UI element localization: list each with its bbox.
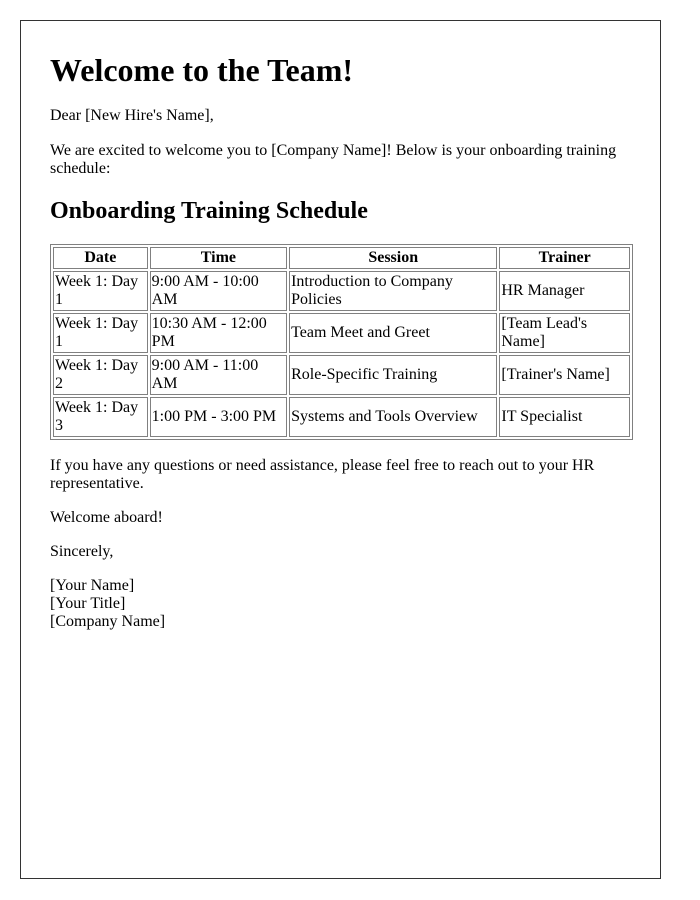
questions-paragraph: If you have any questions or need assist…	[50, 457, 595, 492]
cell-trainer: HR Manager	[499, 271, 630, 311]
header-session: Session	[289, 247, 498, 269]
cell-trainer: [Team Lead's Name]	[499, 313, 630, 353]
cell-session: Team Meet and Greet	[289, 313, 498, 353]
cell-time: 10:30 AM - 12:00 PM	[149, 313, 288, 353]
cell-session: Role-Specific Training	[289, 355, 498, 395]
table-row: Week 1: Day 1 10:30 AM - 12:00 PM Team M…	[53, 313, 630, 353]
signoff: Sincerely,	[50, 543, 114, 560]
table-header-row: Date Time Session Trainer	[53, 247, 630, 269]
closing-note: Welcome aboard!	[50, 509, 163, 526]
cell-trainer: [Trainer's Name]	[499, 355, 630, 395]
cell-date: Week 1: Day 1	[53, 313, 148, 353]
header-trainer: Trainer	[499, 247, 630, 269]
letter-container: Welcome to the Team! Dear [New Hire's Na…	[20, 20, 661, 879]
signature-title: [Your Title]	[50, 595, 126, 612]
schedule-table: Date Time Session Trainer Week 1: Day 1 …	[50, 244, 633, 440]
salutation: Dear [New Hire's Name],	[50, 107, 214, 124]
header-time: Time	[149, 247, 288, 269]
cell-trainer: IT Specialist	[499, 397, 630, 437]
table-row: Week 1: Day 3 1:00 PM - 3:00 PM Systems …	[53, 397, 630, 437]
letter-title: Welcome to the Team!	[50, 52, 354, 88]
intro-paragraph: We are excited to welcome you to [Compan…	[50, 142, 617, 177]
cell-time: 9:00 AM - 10:00 AM	[149, 271, 288, 311]
signature-name: [Your Name]	[50, 577, 135, 594]
cell-date: Week 1: Day 3	[53, 397, 148, 437]
cell-session: Systems and Tools Overview	[289, 397, 498, 437]
schedule-heading: Onboarding Training Schedule	[50, 198, 368, 224]
cell-session: Introduction to Company Policies	[289, 271, 498, 311]
cell-time: 1:00 PM - 3:00 PM	[149, 397, 288, 437]
signature-company: [Company Name]	[50, 613, 166, 630]
header-date: Date	[53, 247, 148, 269]
table-row: Week 1: Day 2 9:00 AM - 11:00 AM Role-Sp…	[53, 355, 630, 395]
cell-time: 9:00 AM - 11:00 AM	[149, 355, 288, 395]
table-row: Week 1: Day 1 9:00 AM - 10:00 AM Introdu…	[53, 271, 630, 311]
cell-date: Week 1: Day 1	[53, 271, 148, 311]
cell-date: Week 1: Day 2	[53, 355, 148, 395]
signature-block: [Your Name] [Your Title] [Company Name]	[50, 577, 633, 631]
